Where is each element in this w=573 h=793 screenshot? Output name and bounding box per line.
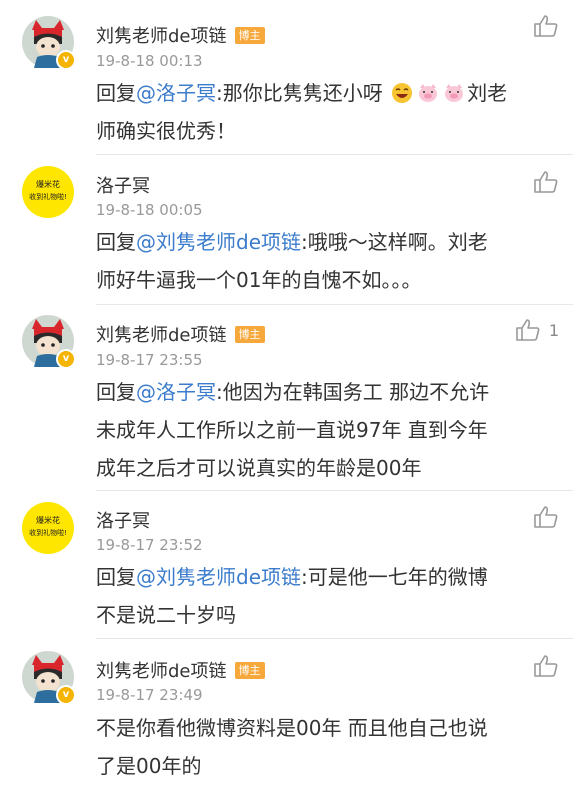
mention-link[interactable]: @洛子冥 [136,81,216,105]
comment-text-part: 刘老 [467,81,508,105]
verified-badge-icon: v [56,685,76,705]
divider [96,154,573,155]
comment-author[interactable]: 刘隽老师de项链 博主 [96,657,265,683]
like-button[interactable]: 1 [515,318,559,342]
avatar-text-line: 收到礼物啦! [29,193,67,201]
verified-badge-icon: v [56,349,76,369]
author-name[interactable]: 刘隽老师de项链 [96,325,227,346]
pig-emoji-icon [419,84,438,102]
mention-link[interactable]: @刘隽老师de项链 [136,230,301,254]
author-tag: 博主 [234,325,265,343]
thumbs-up-icon [534,506,558,528]
like-button[interactable] [533,654,559,678]
avatar[interactable]: 爆米花 收到礼物啦! [22,166,74,218]
avatar-text-line: 爆米花 [36,516,60,525]
mention-link[interactable]: @洛子冥 [136,380,216,404]
divider [96,304,573,305]
avatar[interactable]: v [22,315,76,369]
thumbs-up-icon [534,171,558,193]
comment-time: 19-8-17 23:55 [96,351,203,369]
avatar-text: 爆米花 收到礼物啦! [22,178,74,204]
comment-text-part: 成年之后才可以说真实的年龄是00年 [96,456,422,480]
comment-text: 回复@洛子冥:那你比隽隽还小呀 刘老 师确实很优秀！ [96,74,559,150]
mention-link[interactable]: @刘隽老师de项链 [136,565,301,589]
comment-text: 回复@刘隽老师de项链:可是他一七年的微博 不是说二十岁吗 [96,558,559,634]
comment-text-part: 未成年人工作所以之前一直说97年 直到今年 [96,418,488,442]
comment-time: 19-8-17 23:52 [96,536,203,554]
reply-prefix: 回复 [96,565,136,589]
comment-text: 回复@洛子冥:他因为在韩国务工 那边不允许 未成年人工作所以之前一直说97年 直… [96,373,559,487]
reply-prefix: 回复 [96,81,136,105]
comment-text-part: :那你比隽隽还小呀 [216,81,383,105]
avatar[interactable]: 爆米花 收到礼物啦! [22,502,74,554]
reply-prefix: 回复 [96,230,136,254]
comment-author[interactable]: 洛子冥 [96,507,150,533]
comment-text: 回复@刘隽老师de项链:哦哦～这样啊。刘老 师好牛逼我一个01年的自愧不如。。。 [96,223,559,299]
avatar[interactable]: v [22,16,76,70]
comment-author[interactable]: 洛子冥 [96,172,150,198]
avatar-text-line: 收到礼物啦! [29,529,67,537]
thumbs-up-icon [534,15,558,37]
comment-text-part: 了是00年的 [96,754,202,778]
comment-text-part: :可是他一七年的微博 [301,565,488,589]
like-count: 1 [548,320,559,340]
comment-text-part: :哦哦～这样啊。刘老 [301,230,488,254]
avatar-text: 爆米花 收到礼物啦! [22,514,74,540]
comment-text-part: 师确实很优秀！ [96,119,236,143]
comment-text-part: 不是你看他微博资料是00年 而且他自己也说 [96,716,488,740]
author-name[interactable]: 刘隽老师de项链 [96,26,227,47]
avatar-text-line: 爆米花 [36,180,60,189]
comment-author[interactable]: 刘隽老师de项链 博主 [96,22,265,48]
thumbs-up-icon [534,655,558,677]
comment-author[interactable]: 刘隽老师de项链 博主 [96,321,265,347]
comment-text-part: 不是说二十岁吗 [96,603,236,627]
comment-text-part: 师好牛逼我一个01年的自愧不如。。。 [96,268,422,292]
comment-time: 19-8-18 00:13 [96,52,203,70]
verified-badge-icon: v [56,50,76,70]
like-button[interactable] [533,505,559,529]
pig-emoji-icon [445,84,464,102]
author-name[interactable]: 洛子冥 [96,511,150,532]
divider [96,638,573,639]
comment-text: 不是你看他微博资料是00年 而且他自己也说 了是00年的 [96,709,559,785]
divider [96,490,573,491]
thumbs-up-icon [516,319,540,341]
author-name[interactable]: 洛子冥 [96,176,150,197]
author-tag: 博主 [234,661,265,679]
laughing-emoji-icon [392,83,413,103]
like-button[interactable] [533,14,559,38]
comment-text-part: :他因为在韩国务工 那边不允许 [216,380,490,404]
author-name[interactable]: 刘隽老师de项链 [96,661,227,682]
like-button[interactable] [533,170,559,194]
author-tag: 博主 [234,26,265,44]
avatar[interactable]: v [22,651,76,705]
comment-time: 19-8-17 23:49 [96,686,203,704]
comment-time: 19-8-18 00:05 [96,201,203,219]
reply-prefix: 回复 [96,380,136,404]
